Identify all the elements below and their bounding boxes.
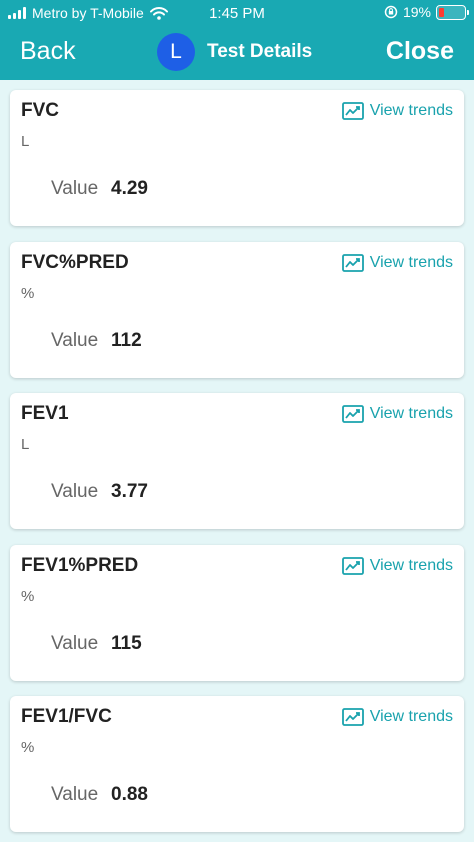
rotation-lock-icon — [384, 5, 398, 19]
test-name: FVC — [21, 100, 59, 121]
trend-chart-icon — [341, 254, 364, 272]
close-button[interactable]: Close — [386, 37, 454, 66]
view-trends-button[interactable]: View trends — [341, 557, 453, 575]
test-unit: % — [21, 739, 35, 756]
test-value: 3.77 — [111, 481, 148, 502]
trend-chart-icon — [341, 102, 364, 120]
test-card-fev1-pred: FEV1%PRED % Value 115 View trends — [10, 545, 464, 681]
view-trends-button[interactable]: View trends — [341, 708, 453, 726]
test-value: 112 — [111, 330, 142, 351]
value-label: Value — [51, 633, 99, 654]
test-card-fvc-pred: FVC%PRED % Value 112 View trends — [10, 242, 464, 378]
value-label: Value — [51, 178, 99, 199]
view-trends-label: View trends — [369, 405, 453, 422]
view-trends-label: View trends — [369, 708, 453, 725]
test-name: FEV1 — [21, 403, 69, 424]
app-header: Metro by T-Mobile 1:45 PM 19% Back L Tes… — [0, 0, 474, 80]
value-label: Value — [51, 784, 99, 805]
battery-icon — [436, 4, 469, 20]
value-label: Value — [51, 330, 99, 351]
back-button[interactable]: Back — [20, 37, 76, 66]
view-trends-label: View trends — [369, 557, 453, 574]
page-title: Test Details — [207, 41, 313, 62]
test-value: 0.88 — [111, 784, 148, 805]
test-value: 115 — [111, 633, 142, 654]
test-card-fvc: FVC L Value 4.29 View trends — [10, 90, 464, 226]
test-name: FVC%PRED — [21, 252, 129, 273]
test-card-fev1: FEV1 L Value 3.77 View trends — [10, 393, 464, 529]
test-name: FEV1%PRED — [21, 555, 139, 576]
test-unit: % — [21, 285, 35, 302]
view-trends-button[interactable]: View trends — [341, 254, 453, 272]
status-bar: Metro by T-Mobile 1:45 PM 19% — [0, 0, 474, 26]
test-unit: L — [21, 133, 30, 150]
battery-percent: 19% — [402, 4, 431, 20]
view-trends-button[interactable]: View trends — [341, 405, 453, 423]
test-value: 4.29 — [111, 178, 148, 199]
trend-chart-icon — [341, 708, 364, 726]
trend-chart-icon — [341, 557, 364, 575]
view-trends-button[interactable]: View trends — [341, 102, 453, 120]
value-label: Value — [51, 481, 99, 502]
view-trends-label: View trends — [369, 254, 453, 271]
test-unit: L — [21, 436, 30, 453]
test-name: FEV1/FVC — [21, 706, 112, 727]
trend-chart-icon — [341, 405, 364, 423]
view-trends-label: View trends — [369, 102, 453, 119]
test-card-fev1-fvc: FEV1/FVC % Value 0.88 View trends — [10, 696, 464, 832]
test-unit: % — [21, 588, 35, 605]
header-title-group: L Test Details — [157, 33, 312, 71]
avatar: L — [157, 33, 195, 71]
